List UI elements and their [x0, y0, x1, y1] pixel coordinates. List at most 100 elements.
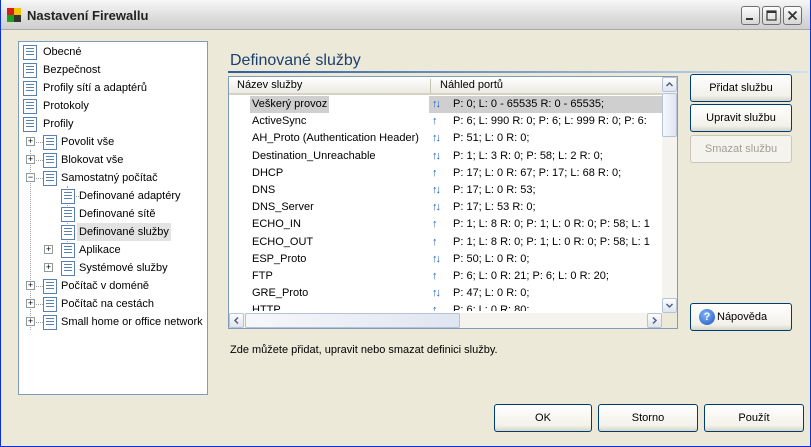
table-row[interactable]: FTP ↑ P: 6; L: 0 R: 21; P: 6; L: 0 R: 20;: [229, 268, 662, 285]
delete-service-button[interactable]: Smazat službu: [690, 135, 792, 163]
table-row[interactable]: AH_Proto (Authentication Header) ↑↓ P: 51;…: [229, 130, 662, 147]
table-row[interactable]: ECHO_OUT ↑ P: 1; L: 8 R: 0; P: 1; L: 0 R: …: [229, 234, 662, 251]
page-title: Definované služby: [230, 52, 361, 69]
tree-item-bezpecnost[interactable]: Bezpečnost: [19, 61, 207, 79]
horizontal-scrollbar[interactable]: [229, 313, 662, 328]
port-preview: P: 47; L: 0 R: 0;: [453, 287, 530, 300]
expand-toggle[interactable]: +: [26, 137, 35, 146]
service-name: DNS: [252, 184, 276, 196]
table-row[interactable]: ECHO_IN ↑ P: 1; L: 8 R: 0; P: 1; L: 0 R: 0…: [229, 216, 662, 233]
outgoing-arrow-icon: ↑: [432, 218, 437, 231]
tree-item-pocitac-na-cestach[interactable]: + Počítač na cestách: [19, 295, 207, 313]
port-preview: P: 50; L: 0 R: 0;: [453, 252, 530, 265]
port-preview: P: 6; L: 0 R: 80;: [453, 304, 530, 311]
bidirectional-arrows-icon: ↑↓: [432, 252, 441, 265]
bidirectional-arrows-icon: ↑↓: [432, 132, 441, 145]
table-row[interactable]: DHCP ↑ P: 17; L: 0 R: 67; P: 17; L: 68 R: …: [229, 165, 662, 182]
cancel-button[interactable]: Storno: [598, 404, 698, 432]
tree-item-definovane-sluzby[interactable]: Definované služby: [19, 223, 207, 241]
tree-item-samostatny-pocitac[interactable]: − Samostatný počítač: [19, 169, 207, 187]
ok-button[interactable]: OK: [494, 404, 592, 432]
service-name: ECHO_IN: [252, 218, 301, 231]
profile-icon: [43, 153, 57, 168]
table-row[interactable]: ActiveSync ↑ P: 6; L: 990 R: 0; P: 6; L: 9…: [229, 113, 662, 130]
expand-toggle[interactable]: +: [44, 263, 53, 272]
settings-page-icon: [23, 45, 37, 60]
collapse-toggle[interactable]: −: [26, 173, 35, 182]
help-button[interactable]: ? Nápověda: [690, 303, 792, 331]
tree-item-definovane-adaptery[interactable]: Definované adaptéry: [19, 187, 207, 205]
arrow-right-icon: [652, 316, 658, 325]
horizontal-scroll-thumb[interactable]: [245, 313, 460, 328]
edit-service-button[interactable]: Upravit službu: [690, 104, 792, 132]
profile-icon: [43, 297, 57, 312]
tree-item-protokoly[interactable]: Protokoly: [19, 97, 207, 115]
apply-button[interactable]: Použít: [704, 404, 804, 432]
title-divider: [228, 71, 808, 73]
add-service-button[interactable]: Přidat službu: [690, 74, 792, 102]
service-name: Destination_Unreachable: [252, 149, 376, 162]
outgoing-arrow-icon: ↑: [432, 235, 437, 248]
table-row[interactable]: GRE_Proto ↑↓ P: 47; L: 0 R: 0;: [229, 285, 662, 302]
table-row[interactable]: DNS ↑↓ P: 17; L: 0 R: 53;: [229, 182, 662, 199]
expand-toggle[interactable]: +: [26, 155, 35, 164]
tree-item-blokovat-vse[interactable]: + Blokovat vše: [19, 151, 207, 169]
service-name: HTTP: [252, 304, 281, 311]
settings-page-icon: [23, 81, 37, 96]
scroll-left-button[interactable]: [229, 313, 244, 328]
profile-icon: [43, 171, 57, 186]
help-icon: ?: [699, 309, 715, 325]
outgoing-arrow-icon: ↑: [432, 115, 437, 128]
table-row[interactable]: HTTP ↑ P: 6; L: 0 R: 80;: [229, 302, 662, 311]
vertical-scroll-thumb[interactable]: [662, 93, 677, 137]
expand-toggle[interactable]: +: [26, 281, 35, 290]
scroll-down-button[interactable]: [662, 298, 677, 313]
settings-page-icon: [23, 117, 37, 132]
table-row[interactable]: Destination_Unreachable ↑↓ P: 1; L: 3 R: 0…: [229, 148, 662, 165]
settings-tree[interactable]: Obecné Bezpečnost Profily sítí a adaptér…: [18, 41, 208, 395]
scroll-up-button[interactable]: [662, 77, 677, 92]
port-preview: P: 51; L: 0 R: 0;: [453, 132, 530, 145]
tree-item-profily-siti[interactable]: Profily sítí a adaptérů: [19, 79, 207, 97]
arrow-left-icon: [233, 316, 239, 325]
bidirectional-arrows-icon: ↑↓: [432, 184, 441, 196]
tree-item-aplikace[interactable]: + Aplikace: [19, 241, 207, 259]
hint-text: Zde můžete přidat, upravit nebo smazat d…: [230, 344, 498, 356]
service-name: DHCP: [252, 166, 284, 179]
settings-page-icon: [61, 243, 75, 258]
table-row[interactable]: ESP_Proto ↑↓ P: 50; L: 0 R: 0;: [229, 251, 662, 268]
tree-item-small-home-office[interactable]: + Small home or office network: [19, 313, 207, 331]
maximize-button[interactable]: [762, 6, 781, 25]
column-header-port-preview[interactable]: Náhled portů: [440, 79, 503, 91]
expand-toggle[interactable]: +: [26, 317, 35, 326]
vertical-scrollbar[interactable]: [662, 77, 677, 313]
profile-icon: [43, 279, 57, 294]
table-row[interactable]: DNS_Server ↑↓ P: 17; L: 53 R: 0;: [229, 199, 662, 216]
settings-page-icon: [61, 225, 75, 240]
service-name: AH_Proto (Authentication Header): [252, 132, 419, 145]
tree-item-definovane-site[interactable]: Definované sítě: [19, 205, 207, 223]
service-name: ECHO_OUT: [252, 235, 314, 248]
bidirectional-arrows-icon: ↑↓: [432, 98, 441, 110]
minimize-button[interactable]: [741, 6, 760, 25]
table-row[interactable]: Veškerý provoz ↑↓ P: 0; L: 0 - 65535 R: 0 …: [229, 96, 662, 113]
expand-toggle[interactable]: +: [26, 299, 35, 308]
expand-toggle[interactable]: +: [44, 245, 53, 254]
port-preview: P: 6; L: 0 R: 21; P: 6; L: 0 R: 20;: [453, 270, 609, 282]
services-table[interactable]: Název služby Náhled portů Veškerý provoz…: [228, 76, 678, 329]
scroll-right-button[interactable]: [647, 313, 662, 328]
settings-page-icon: [23, 99, 37, 114]
tree-item-pocitac-v-domene[interactable]: + Počítač v doméně: [19, 277, 207, 295]
tree-item-systemove-sluzby[interactable]: + Systémové služby: [19, 259, 207, 277]
table-body: Veškerý provoz ↑↓ P: 0; L: 0 - 65535 R: 0 …: [229, 96, 662, 311]
tree-item-povolit-vse[interactable]: + Povolit vše: [19, 133, 207, 151]
title-bar[interactable]: Nastavení Firewallu: [1, 0, 810, 30]
port-preview: P: 17; L: 53 R: 0;: [453, 201, 536, 214]
tree-item-obecne[interactable]: Obecné: [19, 43, 207, 61]
table-header: Název služby Náhled portů: [229, 77, 662, 95]
close-window-button[interactable]: [783, 6, 802, 25]
tree-item-profily[interactable]: Profily: [19, 115, 207, 133]
service-name: GRE_Proto: [252, 287, 309, 300]
column-header-service-name[interactable]: Název služby: [237, 79, 302, 91]
bidirectional-arrows-icon: ↑↓: [432, 201, 441, 214]
